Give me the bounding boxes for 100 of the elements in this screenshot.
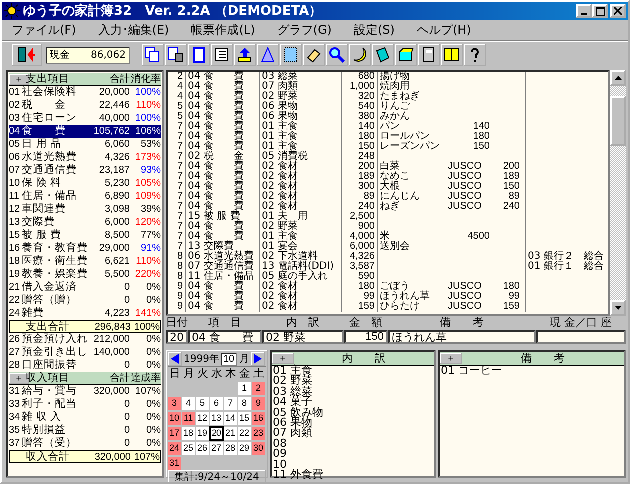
calendar-day[interactable]: 23 [252,426,265,440]
calendar-day[interactable]: 25 [182,442,195,454]
day-field[interactable]: 20 [166,330,188,344]
amount-field[interactable]: 150 [344,330,388,344]
calculator-button[interactable] [418,44,440,66]
scroll-up-button[interactable] [610,70,626,86]
calendar-day[interactable]: 3 [168,396,181,410]
scrollbar[interactable] [610,70,626,316]
scroll-down-button[interactable] [610,300,626,316]
category-row[interactable]: 04 食 費 105,762 106% [9,125,161,138]
list-item[interactable]: 07 肉類 [272,428,434,439]
calendar-day[interactable]: 30 [252,442,265,454]
calendar-day[interactable]: 2 [252,382,265,394]
list-item[interactable]: 05 飲み物 [272,408,434,418]
category-row[interactable]: 18 医療・衛生費 6,621 110% [9,255,161,268]
box-button[interactable] [395,44,417,66]
list-item[interactable]: 02 野菜 [272,376,434,387]
category-row[interactable]: 24 雑費 4,223 141% [9,307,161,320]
calendar-day[interactable]: 1 [238,382,251,394]
category-row[interactable]: 19 教養・娯楽費 5,500 220% [9,268,161,281]
close-button[interactable] [610,4,626,18]
account-field[interactable] [536,330,626,344]
category-row[interactable]: 11 住居・備品 6,890 109% [9,190,161,203]
calendar-day[interactable]: 21 [224,426,237,440]
category-row[interactable]: 01 社会保険料 20,000 100% [9,86,161,99]
calendar-day[interactable]: 7 [224,396,237,410]
category-row[interactable]: 07 交通通信費 23,187 93% [9,164,161,177]
search-button[interactable] [326,44,348,66]
category-row[interactable]: 16 養育・教育費 29,000 91% [9,242,161,255]
list-item[interactable]: 06 果物 [272,418,434,428]
scroll-thumb[interactable] [610,96,626,146]
calendar-day[interactable]: 6 [210,396,223,410]
calendar-day[interactable]: 15 [238,412,251,424]
menu-item[interactable]: グラフ(G) [277,22,332,38]
calendar-day[interactable]: 12 [196,412,209,424]
upload-button[interactable] [234,44,256,66]
list-item[interactable]: 03 総菜 [272,386,434,398]
calendar-day[interactable]: 13 [210,412,223,424]
list-item[interactable]: 09 [272,449,434,460]
previous-month-button[interactable] [168,352,182,366]
maximize-button[interactable] [592,4,608,18]
category-row[interactable]: 06 水道光熱費 4,326 173% [9,151,161,164]
category-row[interactable]: 37 贈答（受） 0 0% [9,437,161,450]
next-month-button[interactable] [251,352,266,366]
page-calculator-button[interactable] [165,44,187,66]
calendar-day[interactable]: 28 [224,442,237,454]
menu-item[interactable]: ファイル(F) [12,22,76,38]
calendar-day[interactable]: 24 [168,442,181,454]
calendar-day[interactable]: 16 [252,412,265,424]
help-button[interactable] [464,44,486,66]
expand-button[interactable]: ＋ [272,353,294,364]
calendar-day[interactable]: 29 [238,442,251,454]
menu-item[interactable]: ヘルプ(H) [416,22,472,38]
category-row[interactable]: 22 贈答（贈） 0 0% [9,294,161,307]
category-row[interactable]: 21 借入金返済 0 0% [9,281,161,294]
category-row[interactable]: 27 預金引き出し 140,000 0% [9,346,161,359]
menu-item[interactable]: 入力･編集(E) [98,22,170,38]
calendar-day[interactable]: 18 [182,426,195,440]
document-button[interactable] [188,44,210,66]
pages-button[interactable] [142,44,164,66]
category-row[interactable]: 28 口座間振替 0 0% [9,359,161,372]
calendar-day[interactable]: 11 [182,412,195,424]
category-row[interactable]: 31 給与・賞与 320,000 107% [9,385,161,398]
exit-button[interactable] [12,44,42,66]
menu-item[interactable]: 帳票作成(L) [191,22,256,38]
calendar-day[interactable]: 26 [196,442,209,454]
list-item[interactable]: 01 主食 [272,366,434,376]
category-row[interactable]: 12 車関連費 3,098 39% [9,203,161,216]
calendar-day[interactable]: 9 [252,396,265,410]
list-item[interactable]: 01 コーヒー [440,366,624,376]
list-item[interactable]: 11 外食費 [272,470,434,480]
calendar-day[interactable]: 14 [224,412,237,424]
category-row[interactable]: 34 雑 収 入 0 0% [9,411,161,424]
category-row[interactable]: 03 住宅ローン 40,000 100% [9,112,161,125]
month-field[interactable]: 10 [221,352,238,366]
calendar-day[interactable]: 10 [168,412,181,424]
eraser-button[interactable] [303,44,325,66]
category-row[interactable]: 13 交際費 6,000 120% [9,216,161,229]
category-row[interactable]: 35 特別損益 0 0% [9,424,161,437]
list-item[interactable]: 04 菓子 [272,397,434,408]
category-row[interactable]: 05 日 用 品 6,060 53% [9,138,161,151]
calendar-day[interactable]: 20 [210,426,223,440]
calendar-day[interactable]: 22 [238,426,251,440]
category-row[interactable]: 33 利子・配当 0 0% [9,398,161,411]
table-page-button[interactable] [211,44,233,66]
category-row[interactable]: 10 保 険 料 5,230 105% [9,177,161,190]
calendar-day[interactable]: 19 [196,426,209,440]
category-row[interactable]: 26 預金預け入れ 212,000 0% [9,333,161,346]
calendar-day[interactable]: 17 [168,426,181,440]
calendar-day[interactable]: 5 [196,396,209,410]
list-item[interactable]: 08 [272,438,434,450]
calendar-day[interactable]: 27 [210,442,223,454]
book-button[interactable] [441,44,463,66]
category-row[interactable]: 02 税 金 22,446 110% [9,99,161,112]
calendar-day[interactable]: 31 [168,456,181,470]
category-row[interactable]: 15 被 服 費 8,500 77% [9,229,161,242]
list-item[interactable]: 10 [272,460,434,470]
menu-item[interactable]: 設定(S) [354,22,395,38]
minimize-button[interactable] [576,4,592,18]
calendar-day[interactable]: 8 [238,396,251,410]
